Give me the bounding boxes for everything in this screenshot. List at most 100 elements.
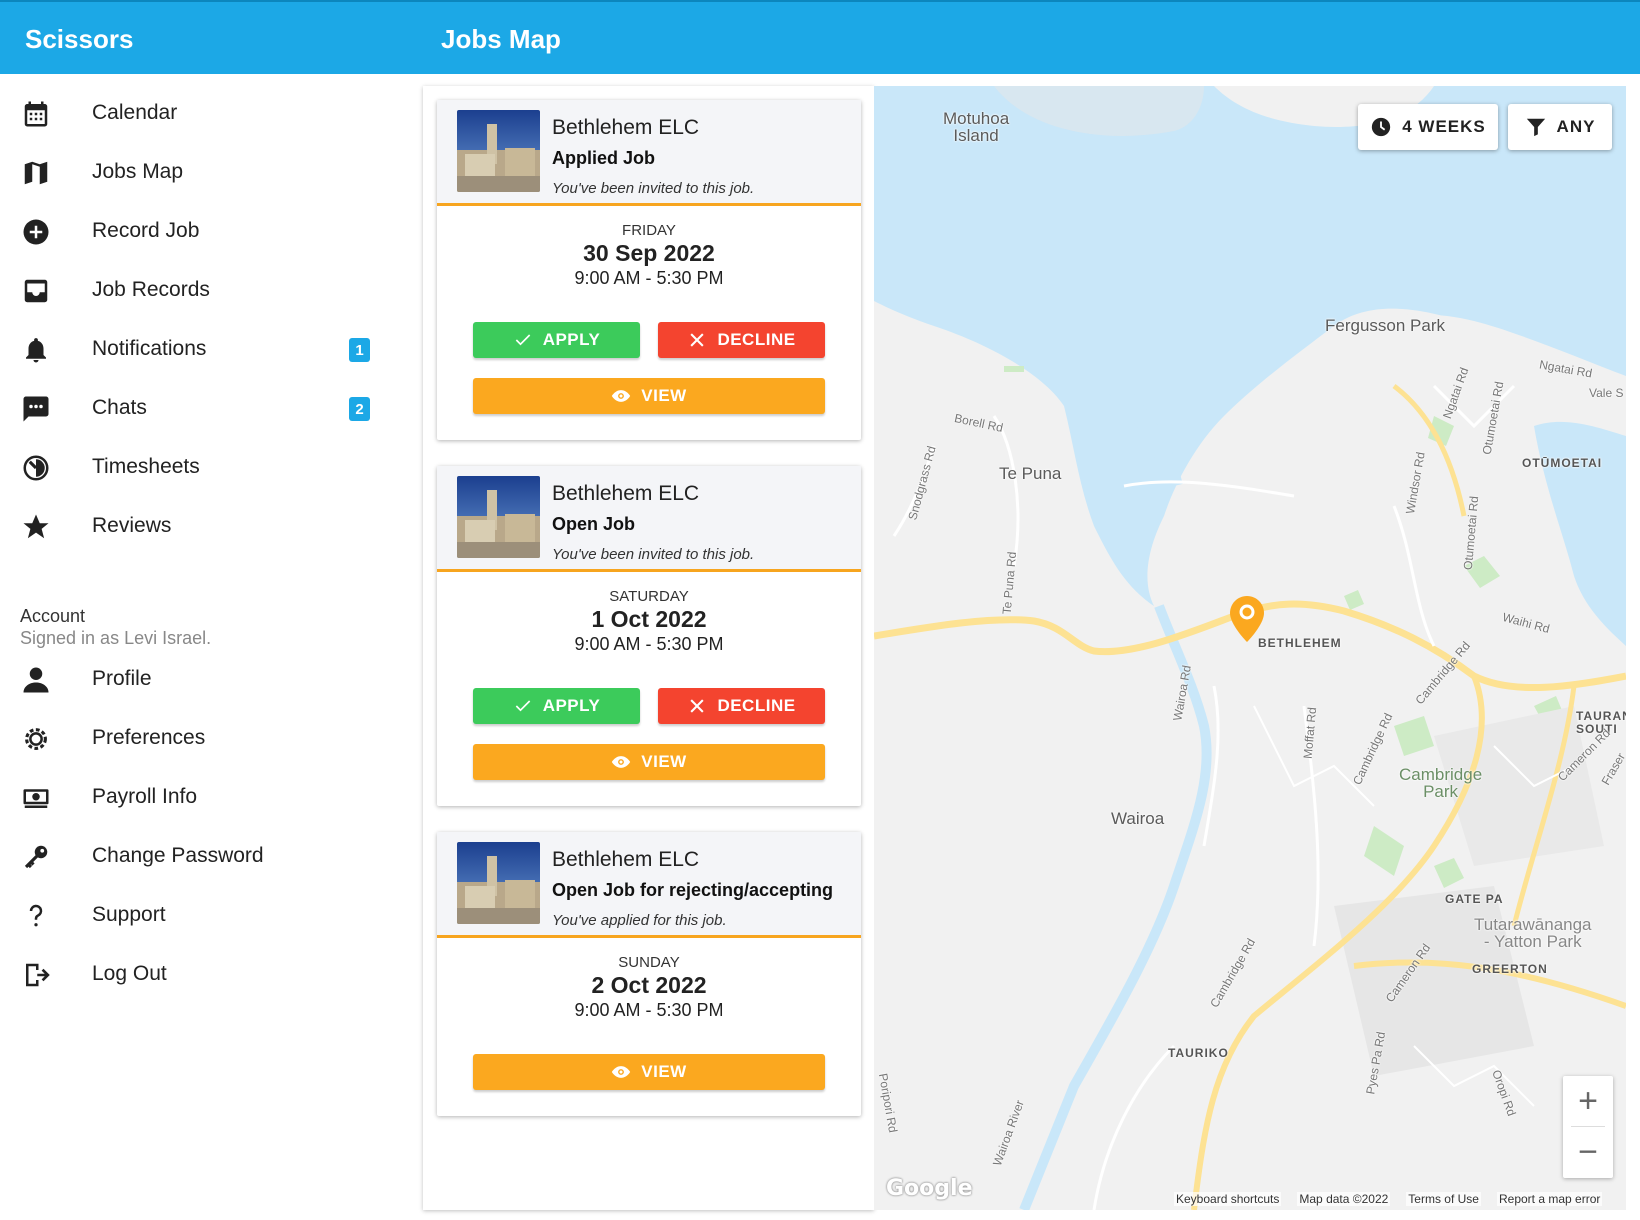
close-icon [690,333,705,347]
job-thumbnail [457,110,540,192]
map-road-label: Vale S [1589,386,1624,400]
sidebar-item-label: Preferences [92,726,206,749]
sidebar-item-label: Calendar [92,101,178,124]
apply-button[interactable]: APPLY [473,688,640,724]
sidebar-item-reviews[interactable]: Reviews [0,501,390,551]
view-button-label: VIEW [641,1062,687,1081]
job-time: 9:00 AM - 5:30 PM [574,634,724,654]
sidebar-item-jobs-map[interactable]: Jobs Map [0,147,390,197]
map-place-label: Wairoa [1111,809,1165,828]
map-place-label: Tutarawānanga - Yatton Park [1474,915,1592,951]
zoom-control: + − [1563,1076,1613,1178]
app-title[interactable]: Scissors [25,24,133,55]
signed-in-text: Signed in as Levi Israel. [20,628,212,648]
job-card-header: Bethlehem ELC Open Job for rejecting/acc… [437,832,861,938]
sidebar: Calendar Jobs Map Record Job Job Records… [0,74,410,1220]
period-label: 4 WEEKS [1402,117,1486,136]
job-date: 2 Oct 2022 [591,972,707,998]
close-icon [690,699,705,713]
apply-button[interactable]: APPLY [473,322,640,358]
map-place-label: BETHLEHEM [1258,636,1342,650]
map-place-label: Fergusson Park [1325,316,1445,335]
sidebar-item-label: Job Records [92,278,210,301]
sidebar-item-label: Reviews [92,514,172,537]
map-icon [20,157,52,189]
view-button-label: VIEW [641,752,687,771]
map-place-label: GATE PA [1445,892,1504,906]
sidebar-item-label: Support [92,903,166,926]
zoom-out-button[interactable]: − [1563,1127,1613,1177]
job-card[interactable]: Bethlehem ELC Open Job You've been invit… [437,466,861,806]
sidebar-item-payroll-info[interactable]: Payroll Info [0,772,390,822]
jobs-map[interactable]: Motuhoa Island Fergusson Park Te Puna BE… [874,86,1626,1210]
chat-icon [20,393,52,425]
view-button[interactable]: VIEW [473,378,825,414]
sidebar-item-chats[interactable]: Chats 2 [0,383,390,433]
job-day: SATURDAY [609,588,689,605]
decline-button[interactable]: DECLINE [658,322,825,358]
decline-button-label: DECLINE [717,330,796,349]
sidebar-item-support[interactable]: Support [0,890,390,940]
sidebar-item-label: Chats [92,396,147,419]
google-logo: Google [886,1176,973,1201]
map-background [874,86,1626,1210]
notification-count-badge: 1 [349,338,370,362]
sidebar-item-label: Log Out [92,962,167,985]
sidebar-item-notifications[interactable]: Notifications 1 [0,324,390,374]
job-time: 9:00 AM - 5:30 PM [574,268,724,288]
job-card-header: Bethlehem ELC Applied Job You've been in… [437,100,861,206]
keyboard-shortcuts-link[interactable]: Keyboard shortcuts [1174,1192,1282,1206]
key-icon [20,841,52,873]
report-error-link[interactable]: Report a map error [1496,1192,1603,1206]
sidebar-item-log-out[interactable]: Log Out [0,949,390,999]
job-thumbnail [457,842,540,924]
job-card[interactable]: Bethlehem ELC Applied Job You've been in… [437,100,861,440]
filter-label: ANY [1556,117,1596,136]
chat-count-badge: 2 [349,397,370,421]
sidebar-item-label: Payroll Info [92,785,198,808]
question-icon [20,900,52,932]
logout-icon [20,959,52,991]
check-icon [515,700,530,712]
map-place-label: Te Puna [999,464,1062,483]
sidebar-item-label: Change Password [92,844,264,867]
job-day: FRIDAY [622,222,676,239]
job-date: 30 Sep 2022 [583,240,715,266]
app-header: Scissors Jobs Map [0,0,1640,74]
sidebar-item-preferences[interactable]: Preferences [0,713,390,763]
view-button[interactable]: VIEW [473,1054,825,1090]
bell-icon [20,334,52,366]
job-note: You've applied for this job. [552,912,727,929]
sidebar-item-calendar[interactable]: Calendar [0,88,390,138]
job-card[interactable]: Bethlehem ELC Open Job for rejecting/acc… [437,832,861,1116]
zoom-in-button[interactable]: + [1563,1076,1613,1126]
person-icon [20,664,52,696]
job-list-panel[interactable]: Bethlehem ELC Applied Job You've been in… [423,86,874,1210]
map-pin-icon[interactable] [1230,596,1264,642]
decline-button[interactable]: DECLINE [658,688,825,724]
terms-link[interactable]: Terms of Use [1406,1192,1481,1206]
job-note: You've been invited to this job. [552,546,755,563]
view-button[interactable]: VIEW [473,744,825,780]
view-button-label: VIEW [641,386,687,405]
sidebar-item-label: Notifications [92,337,207,360]
filter-icon [1526,118,1545,137]
sidebar-item-label: Timesheets [92,455,200,478]
map-place-label: Motuhoa Island [943,109,1010,145]
job-note: You've been invited to this job. [552,180,755,197]
eye-icon [612,756,631,768]
sidebar-item-job-records[interactable]: Job Records [0,265,390,315]
map-place-label: GREERTON [1472,962,1548,976]
sidebar-item-record-job[interactable]: Record Job [0,206,390,256]
type-filter-button[interactable]: ANY [1508,104,1612,150]
period-filter-button[interactable]: 4 WEEKS [1358,104,1498,150]
clock-icon [1372,117,1391,137]
job-time: 9:00 AM - 5:30 PM [574,1000,724,1020]
eye-icon [612,390,631,402]
sidebar-item-timesheets[interactable]: Timesheets [0,442,390,492]
sidebar-item-label: Record Job [92,219,200,242]
sidebar-item-change-password[interactable]: Change Password [0,831,390,881]
eye-icon [612,1066,631,1078]
sidebar-item-profile[interactable]: Profile [0,654,390,704]
apply-button-label: APPLY [542,330,601,349]
